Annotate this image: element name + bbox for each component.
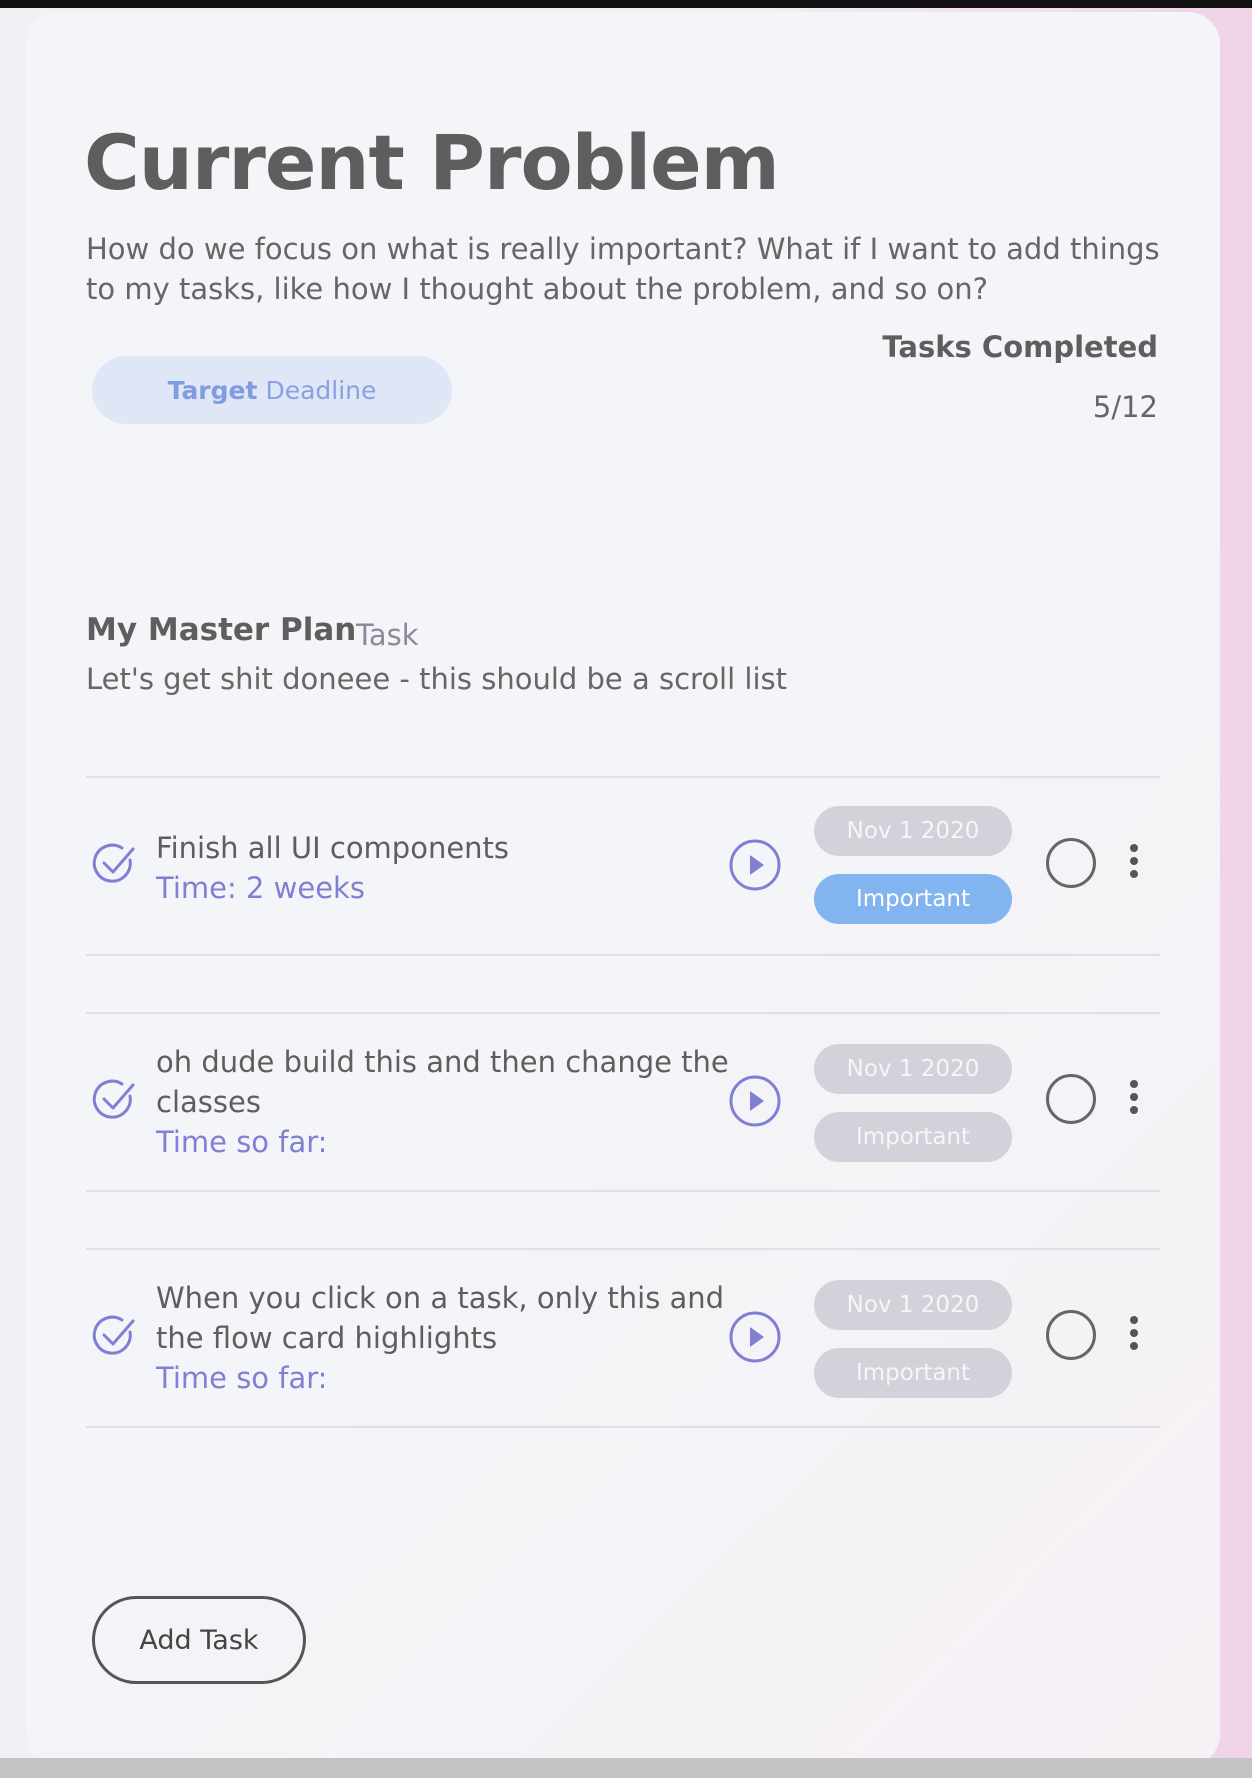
date-tag: Nov 1 2020 [814,806,1012,856]
task-title: Finish all UI components [156,831,510,865]
task-time: Time so far: [156,1361,328,1395]
task-text: Finish all UI components Time: 2 weeks [156,828,736,908]
task-row[interactable]: Finish all UI components Time: 2 weeks N… [86,776,1160,956]
play-icon[interactable] [728,1310,782,1364]
task-row[interactable]: When you click on a task, only this and … [86,1248,1160,1428]
task-select-toggle[interactable] [1046,1074,1096,1124]
plan-description: Let's get shit doneee - this should be a… [86,662,787,696]
date-tag: Nov 1 2020 [814,1280,1012,1330]
more-options-icon[interactable] [1126,1080,1142,1120]
target-deadline-button[interactable]: Target Deadline [92,356,452,424]
plan-title: My Master Plan [86,612,357,648]
priority-tag[interactable]: Important [814,1112,1012,1162]
play-icon[interactable] [728,838,782,892]
deadline-strong-label: Target [167,375,258,405]
task-time: Time so far: [156,1125,328,1159]
priority-tag[interactable]: Important [814,874,1012,924]
task-text: When you click on a task, only this and … [156,1278,736,1398]
problem-description: How do we focus on what is really import… [86,232,1160,306]
window-top-bar [0,0,1252,8]
play-icon[interactable] [728,1074,782,1128]
task-time: Time: 2 weeks [156,871,365,905]
add-task-button[interactable]: Add Task [92,1596,306,1684]
check-icon [92,843,135,883]
page-title: Current Problem [84,118,780,207]
task-text: oh dude build this and then change the c… [156,1042,736,1162]
plan-tag: Task [356,618,419,652]
deadline-label: Deadline [265,375,377,405]
check-icon [92,1315,135,1355]
tasks-completed-count: 5/12 [1092,390,1158,424]
window-bottom-bar [0,1758,1252,1778]
task-row[interactable]: oh dude build this and then change the c… [86,1012,1160,1192]
check-icon [92,1079,135,1119]
task-title: oh dude build this and then change the c… [156,1045,729,1119]
task-select-toggle[interactable] [1046,1310,1096,1360]
task-title: When you click on a task, only this and … [156,1281,725,1355]
date-tag: Nov 1 2020 [814,1044,1012,1094]
task-select-toggle[interactable] [1046,838,1096,888]
priority-tag[interactable]: Important [814,1348,1012,1398]
tasks-completed-label: Tasks Completed [882,330,1158,364]
more-options-icon[interactable] [1126,844,1142,884]
more-options-icon[interactable] [1126,1316,1142,1356]
